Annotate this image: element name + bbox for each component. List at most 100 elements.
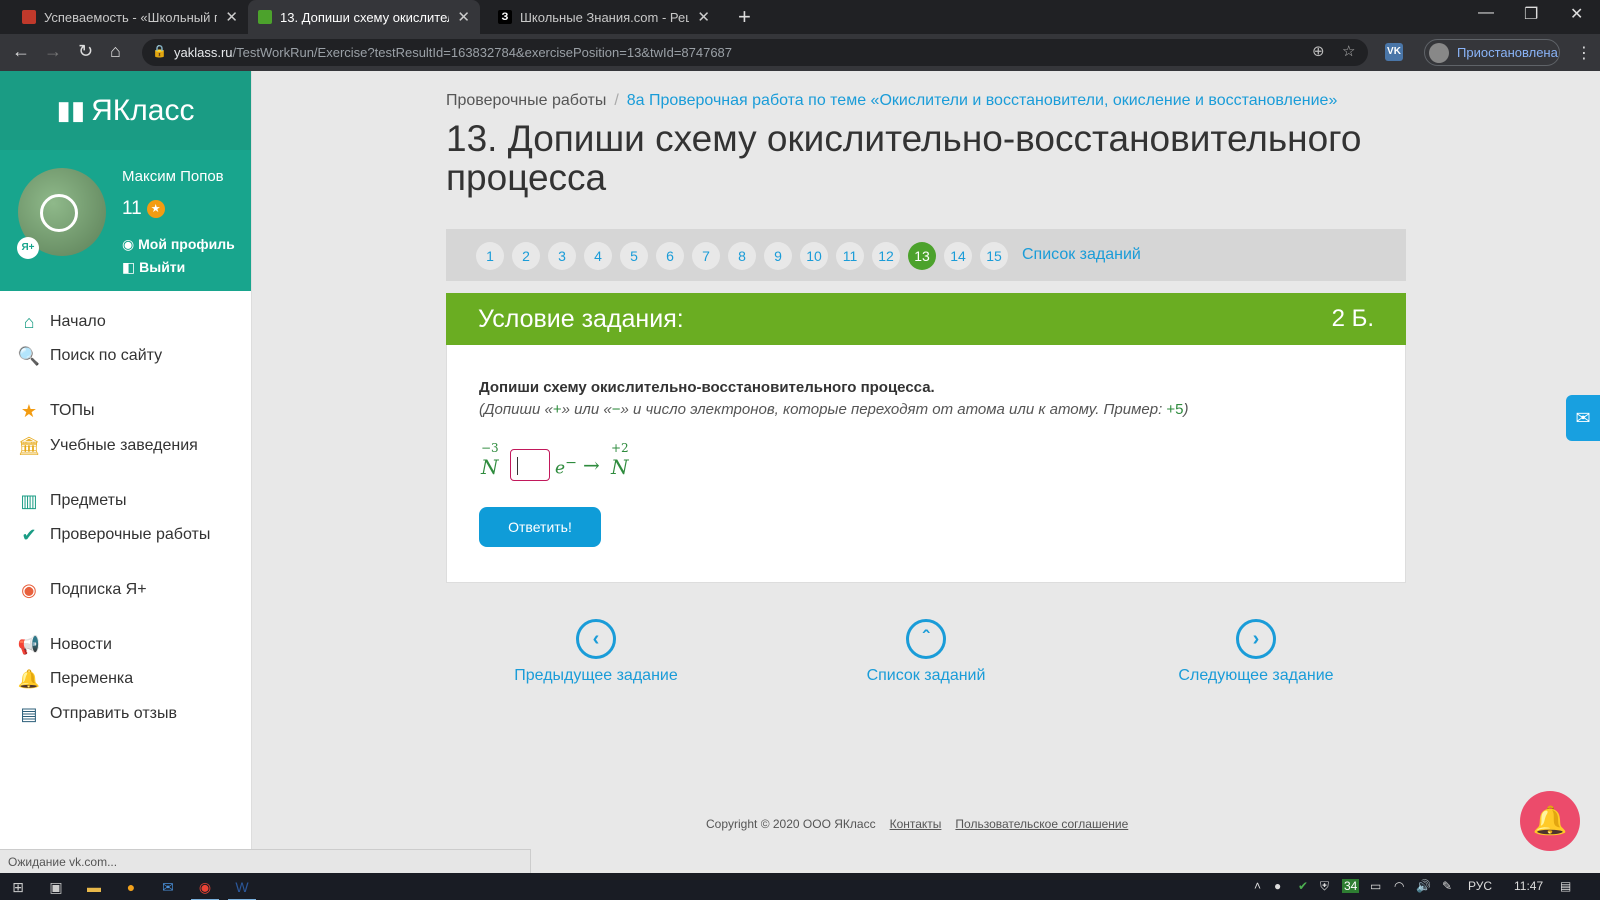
close-icon[interactable]: ✕: [457, 8, 470, 26]
clock[interactable]: 11:47: [1514, 879, 1543, 893]
sidebar-item-subscription[interactable]: ◉ Подписка Я+: [18, 579, 146, 601]
tab-uspevaemost[interactable]: Успеваемость - «Школьный портал» ✕: [12, 0, 248, 34]
sidebar-item-tops[interactable]: ★ ТОПы: [18, 400, 95, 422]
back-arrow-icon[interactable]: ←: [12, 41, 30, 62]
browser-menu-icon[interactable]: ⋮: [1576, 43, 1592, 63]
sidebar-item-tests[interactable]: ✔ Проверочные работы: [18, 524, 210, 546]
tab-current-exercise[interactable]: 13. Допиши схему окислительно-восстанови…: [248, 0, 480, 34]
tray-chevron-icon[interactable]: ˄: [1254, 879, 1261, 893]
breadcrumb-root[interactable]: Проверочные работы: [446, 92, 606, 109]
tab-znania[interactable]: З Школьные Знания.com - Решаем ✕: [488, 0, 720, 34]
close-icon[interactable]: ✕: [697, 8, 710, 26]
url-text[interactable]: yaklass.ru/TestWorkRun/Exercise?testResu…: [174, 45, 732, 60]
vk-extension-icon[interactable]: VK: [1385, 43, 1403, 61]
notification-bell-icon[interactable]: 🔔: [1520, 791, 1580, 851]
restore-icon[interactable]: ❐: [1524, 4, 1538, 24]
page-6[interactable]: 6: [656, 242, 684, 270]
hint-text-1: (Допиши «: [479, 401, 553, 418]
word-icon[interactable]: W: [228, 877, 256, 900]
logout-link[interactable]: ◧ Выйти: [122, 259, 185, 276]
install-app-icon[interactable]: ⊕: [1312, 42, 1325, 60]
profile-avatar: [1429, 42, 1449, 63]
mail-feedback-icon[interactable]: ✉: [1566, 395, 1600, 441]
previous-task-link[interactable]: ‹ Предыдущее задание: [496, 619, 696, 685]
chevron-left-icon: ‹: [576, 619, 616, 659]
task-list-link[interactable]: Список заданий: [1022, 246, 1141, 264]
user-name[interactable]: Максим Попов: [122, 168, 224, 185]
tray-badge[interactable]: 34: [1342, 879, 1360, 893]
user-agreement-link[interactable]: Пользовательское соглашение: [955, 817, 1128, 831]
ya-plus-badge[interactable]: Я+: [17, 237, 39, 259]
page-3[interactable]: 3: [548, 242, 576, 270]
address-bar[interactable]: 🔒 yaklass.ru/TestWorkRun/Exercise?testRe…: [142, 39, 1368, 66]
books-icon: ▥: [20, 490, 38, 511]
page-10[interactable]: 10: [800, 242, 828, 270]
sidebar-item-break[interactable]: 🔔 Переменка: [18, 668, 133, 690]
forward-arrow-icon[interactable]: →: [44, 41, 62, 62]
next-task-link[interactable]: › Следующее задание: [1156, 619, 1356, 685]
window-close-icon[interactable]: ✕: [1570, 4, 1583, 24]
tray-check-icon[interactable]: ✔: [1298, 879, 1308, 893]
answer-button[interactable]: Ответить!: [479, 507, 601, 547]
bookmark-star-icon[interactable]: ☆: [1342, 42, 1355, 60]
profile-button[interactable]: Приостановлена: [1424, 39, 1560, 66]
home-icon[interactable]: ⌂: [110, 41, 121, 62]
task-score: 2 Б.: [1331, 305, 1374, 332]
task-list-nav-link[interactable]: ˆ Список заданий: [826, 619, 1026, 685]
chevron-up-icon: ˆ: [906, 619, 946, 659]
windows-start-icon[interactable]: ⊞: [8, 877, 28, 897]
language-indicator[interactable]: РУС: [1468, 879, 1492, 893]
sidebar-item-news[interactable]: 📢 Новости: [18, 634, 112, 656]
tray-app-icon[interactable]: ●: [1274, 879, 1281, 893]
page-4[interactable]: 4: [584, 242, 612, 270]
yaklass-favicon: [258, 10, 272, 24]
my-profile-link[interactable]: ◉ Мой профиль: [122, 236, 235, 253]
page-2[interactable]: 2: [512, 242, 540, 270]
page-7[interactable]: 7: [692, 242, 720, 270]
znania-favicon: З: [498, 10, 512, 24]
breadcrumb-current[interactable]: 8а Проверочная работа по теме «Окислител…: [627, 92, 1338, 109]
sidebar-item-subjects[interactable]: ▥ Предметы: [18, 490, 126, 512]
mail-app-icon[interactable]: ✉: [158, 877, 178, 897]
sidebar-item-search[interactable]: 🔍 Поиск по сайту: [18, 345, 162, 367]
school-icon: 🏛: [17, 435, 41, 456]
star-icon: ★: [146, 200, 165, 218]
close-icon[interactable]: ✕: [225, 8, 238, 26]
pen-icon[interactable]: ✎: [1442, 879, 1452, 893]
right-atom: N: [611, 455, 629, 479]
sidebar-item-home[interactable]: ⌂ Начало: [18, 311, 106, 333]
site-logo[interactable]: ▮▮ ЯКласс: [0, 71, 251, 150]
wifi-icon[interactable]: ◠: [1394, 879, 1404, 893]
sidebar-item-feedback[interactable]: ▤ Отправить отзыв: [18, 703, 177, 725]
store-icon[interactable]: ▣: [46, 877, 66, 897]
file-explorer-icon[interactable]: ▬: [84, 877, 104, 897]
volume-icon[interactable]: 🔊: [1416, 879, 1431, 893]
notification-center-icon[interactable]: ▤: [1560, 879, 1571, 893]
battery-icon[interactable]: ▭: [1370, 879, 1381, 893]
page-1[interactable]: 1: [476, 242, 504, 270]
page-9[interactable]: 9: [764, 242, 792, 270]
tray-shield-icon[interactable]: ⛨: [1320, 879, 1329, 894]
page-15[interactable]: 15: [980, 242, 1008, 270]
reload-icon[interactable]: ↻: [78, 41, 93, 62]
new-tab-plus-icon[interactable]: +: [738, 4, 751, 30]
url-host: yaklass.ru: [174, 45, 233, 60]
page-8[interactable]: 8: [728, 242, 756, 270]
breadcrumb-separator: /: [614, 92, 619, 109]
sidebar-item-schools[interactable]: 🏛 Учебные заведения: [18, 435, 198, 457]
page-13-current[interactable]: 13: [908, 242, 936, 270]
feedback-icon: ▤: [20, 703, 38, 724]
browser-app-icon[interactable]: ●: [121, 877, 141, 897]
page-11[interactable]: 11: [836, 242, 864, 270]
bell-icon: 🔔: [17, 668, 41, 689]
browser-toolbar: ← → ↻ ⌂ 🔒 yaklass.ru/TestWorkRun/Exercis…: [0, 34, 1600, 71]
hint-minus: −: [611, 401, 621, 418]
minimize-icon[interactable]: —: [1478, 4, 1494, 22]
electron-count-input[interactable]: [510, 449, 550, 481]
contacts-link[interactable]: Контакты: [890, 817, 942, 831]
electron-letter: e: [555, 458, 566, 479]
chrome-icon[interactable]: ◉: [191, 877, 219, 900]
page-12[interactable]: 12: [872, 242, 900, 270]
page-14[interactable]: 14: [944, 242, 972, 270]
page-5[interactable]: 5: [620, 242, 648, 270]
